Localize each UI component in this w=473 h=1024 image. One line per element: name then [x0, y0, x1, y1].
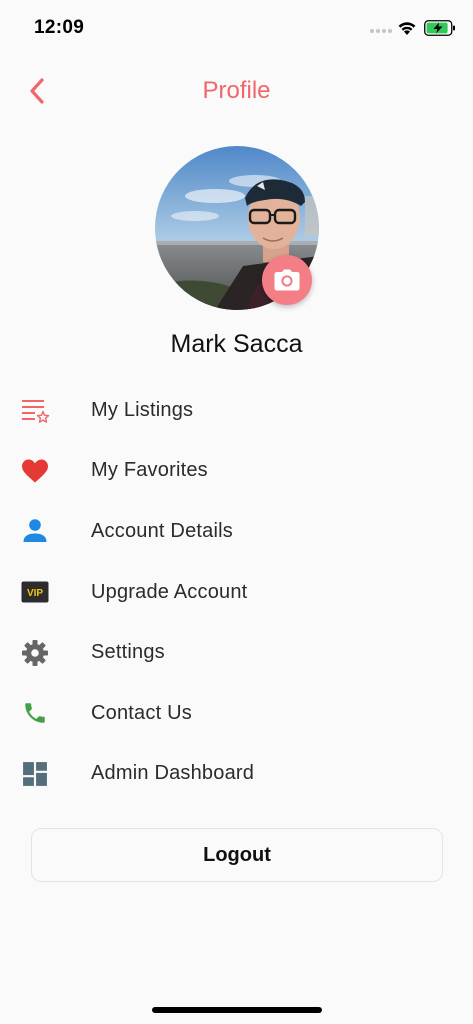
status-time: 12:09 — [34, 17, 85, 38]
person-icon — [20, 516, 50, 546]
menu-item-my-favorites[interactable]: My Favorites — [0, 441, 473, 502]
vip-icon: VIP — [20, 577, 50, 607]
menu-item-admin-dashboard[interactable]: Admin Dashboard — [0, 744, 473, 805]
listings-star-icon — [20, 395, 50, 425]
change-photo-button[interactable] — [262, 255, 312, 305]
heart-icon — [20, 456, 50, 486]
menu-item-account-details[interactable]: Account Details — [0, 501, 473, 562]
gear-icon — [20, 638, 50, 668]
status-bar: 12:09 — [0, 0, 473, 58]
menu-item-label: My Favorites — [91, 459, 208, 482]
page-title: Profile — [202, 77, 271, 104]
menu-item-my-listings[interactable]: My Listings — [0, 380, 473, 441]
logout-button[interactable]: Logout — [31, 828, 443, 882]
profile-screen: 12:09 Profile Mark Sacca My Listings My … — [0, 0, 473, 1024]
home-indicator[interactable] — [152, 1007, 322, 1013]
wifi-icon — [398, 22, 416, 35]
menu-item-label: Admin Dashboard — [91, 762, 255, 785]
signal-icon — [370, 29, 392, 33]
menu-item-label: Settings — [91, 641, 165, 664]
menu-item-label: My Listings — [91, 398, 194, 421]
menu-item-upgrade-account[interactable]: VIP Upgrade Account — [0, 562, 473, 623]
menu-item-contact-us[interactable]: Contact Us — [0, 683, 473, 744]
phone-icon — [20, 698, 50, 728]
battery-charging-icon — [424, 20, 455, 36]
menu-item-settings[interactable]: Settings — [0, 622, 473, 683]
dashboard-icon — [20, 759, 50, 789]
camera-icon — [274, 269, 300, 291]
user-name: Mark Sacca — [170, 330, 303, 358]
svg-text:VIP: VIP — [27, 588, 43, 599]
menu-item-label: Contact Us — [91, 701, 192, 724]
menu-item-label: Upgrade Account — [91, 580, 248, 603]
profile-menu: My Listings My Favorites Account Details — [0, 380, 473, 804]
menu-item-label: Account Details — [91, 519, 233, 542]
